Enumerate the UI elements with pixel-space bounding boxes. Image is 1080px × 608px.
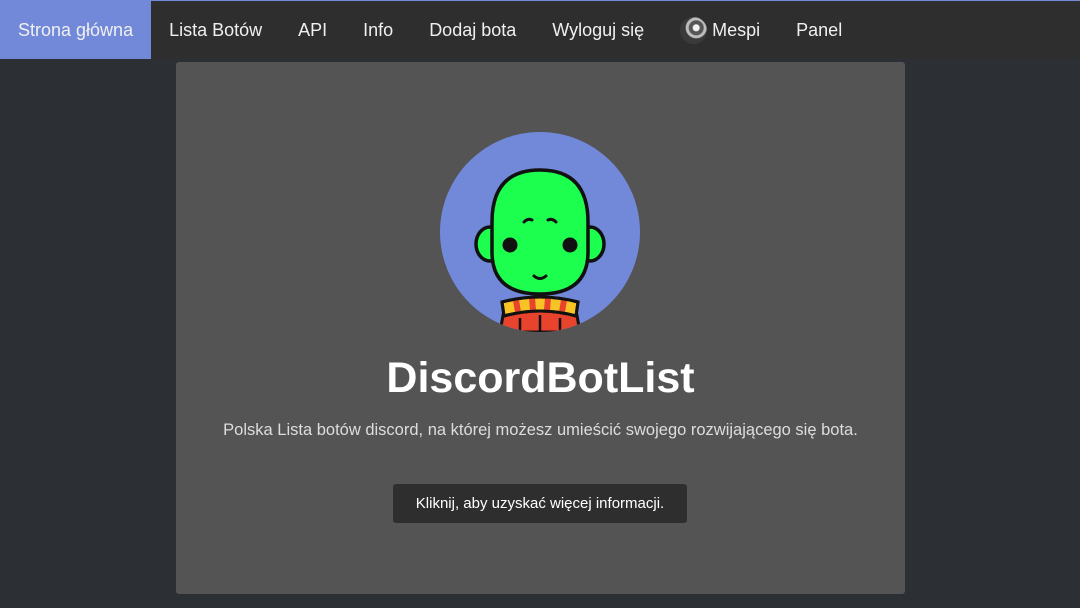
nav-item-api[interactable]: API <box>280 1 345 59</box>
more-info-button[interactable]: Kliknij, aby uzyskać więcej informacji. <box>393 484 687 523</box>
nav-item-label: Strona główna <box>18 19 134 40</box>
hero-card: DiscordBotList Polska Lista botów discor… <box>176 62 905 594</box>
nav-item-label: API <box>298 19 328 40</box>
nav-item-label: Mespi <box>712 19 761 40</box>
nav-item-panel[interactable]: Panel <box>778 1 860 59</box>
nav-item-label: Panel <box>796 19 843 40</box>
nav-item-label: Dodaj bota <box>429 19 517 40</box>
top-navbar: Strona główna Lista Botów API Info Dodaj… <box>0 0 1080 59</box>
user-avatar-icon <box>680 16 708 44</box>
nav-item-home[interactable]: Strona główna <box>0 1 152 59</box>
nav-item-label: Wyloguj się <box>552 19 645 40</box>
more-info-button-label: Kliknij, aby uzyskać więcej informacji. <box>415 495 665 512</box>
nav-item-label: Lista Botów <box>169 19 263 40</box>
green-mascot-logo-icon <box>440 132 640 332</box>
page-title: DiscordBotList <box>386 354 695 402</box>
nav-item-label: Info <box>363 19 394 40</box>
nav-item-info[interactable]: Info <box>345 1 411 59</box>
nav-item-bot-list[interactable]: Lista Botów <box>151 1 280 59</box>
nav-item-add-bot[interactable]: Dodaj bota <box>411 1 534 59</box>
nav-item-logout[interactable]: Wyloguj się <box>534 1 662 59</box>
page-description: Polska Lista botów discord, na której mo… <box>223 421 858 439</box>
nav-item-user-profile[interactable]: Mespi <box>662 1 778 59</box>
